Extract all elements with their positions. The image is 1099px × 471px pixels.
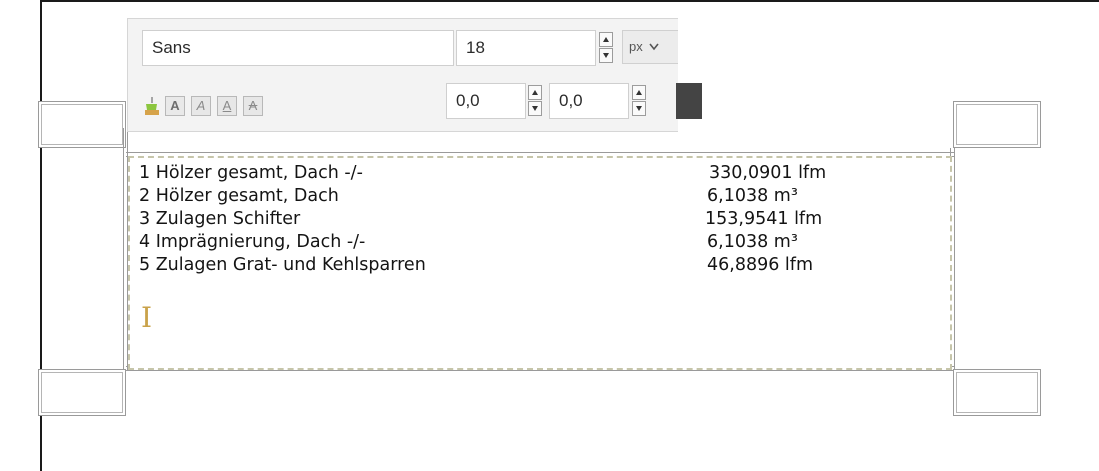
italic-format-button[interactable]: A <box>191 96 211 116</box>
spin-up-icon[interactable] <box>528 85 542 100</box>
resize-handle-top-right[interactable] <box>953 101 1041 148</box>
text-line-3-label: 3 Zulagen Schifter <box>139 209 301 229</box>
offset-x-spinner[interactable] <box>528 84 544 118</box>
offset-y-spinner[interactable] <box>632 84 648 118</box>
font-family-input[interactable]: Sans <box>142 30 454 66</box>
unit-dropdown[interactable]: px <box>622 30 678 64</box>
font-size-spinner[interactable] <box>599 31 615 65</box>
spin-down-icon[interactable] <box>528 101 542 116</box>
text-line-5-label: 5 Zulagen Grat- und Kehlsparren <box>139 255 426 275</box>
text-format-toolbar: Sans 18 px A A A A 0,0 0,0 <box>127 18 702 132</box>
font-size-input[interactable]: 18 <box>456 30 596 66</box>
color-swatch[interactable] <box>676 83 702 119</box>
bold-format-button[interactable]: A <box>165 96 185 116</box>
spin-down-icon[interactable] <box>599 48 613 63</box>
text-line-4-label: 4 Imprägnierung, Dach -/- <box>139 232 366 252</box>
paint-bucket-icon[interactable] <box>142 95 162 117</box>
spin-up-icon[interactable] <box>599 32 613 47</box>
resize-handle-top-left[interactable] <box>38 101 126 148</box>
text-line-1-value: 330,0901 lfm <box>709 163 827 183</box>
underline-format-button[interactable]: A <box>217 96 237 116</box>
offset-y-input[interactable]: 0,0 <box>549 83 629 119</box>
frame-top-border <box>40 0 1099 2</box>
offset-x-input[interactable]: 0,0 <box>446 83 526 119</box>
text-line-5-value: 46,8896 lfm <box>707 255 813 275</box>
spin-down-icon[interactable] <box>632 101 646 116</box>
text-line-4-value: 6,1038 m³ <box>707 232 798 252</box>
text-line-1-label: 1 Hölzer gesamt, Dach -/- <box>139 163 363 183</box>
text-line-3-value: 153,9541 lfm <box>705 209 823 229</box>
chevron-down-icon <box>649 31 659 63</box>
strikethrough-format-button[interactable]: A <box>243 96 263 116</box>
resize-handle-bottom-right[interactable] <box>953 369 1041 416</box>
spin-up-icon[interactable] <box>632 85 646 100</box>
resize-handle-bottom-left[interactable] <box>38 369 126 416</box>
text-line-2-label: 2 Hölzer gesamt, Dach <box>139 186 339 206</box>
text-line-2-value: 6,1038 m³ <box>707 186 798 206</box>
unit-label: px <box>629 39 643 54</box>
text-cursor-icon: I <box>141 301 153 334</box>
text-box[interactable]: 1 Hölzer gesamt, Dach -/- 330,0901 lfm 2… <box>128 156 952 370</box>
